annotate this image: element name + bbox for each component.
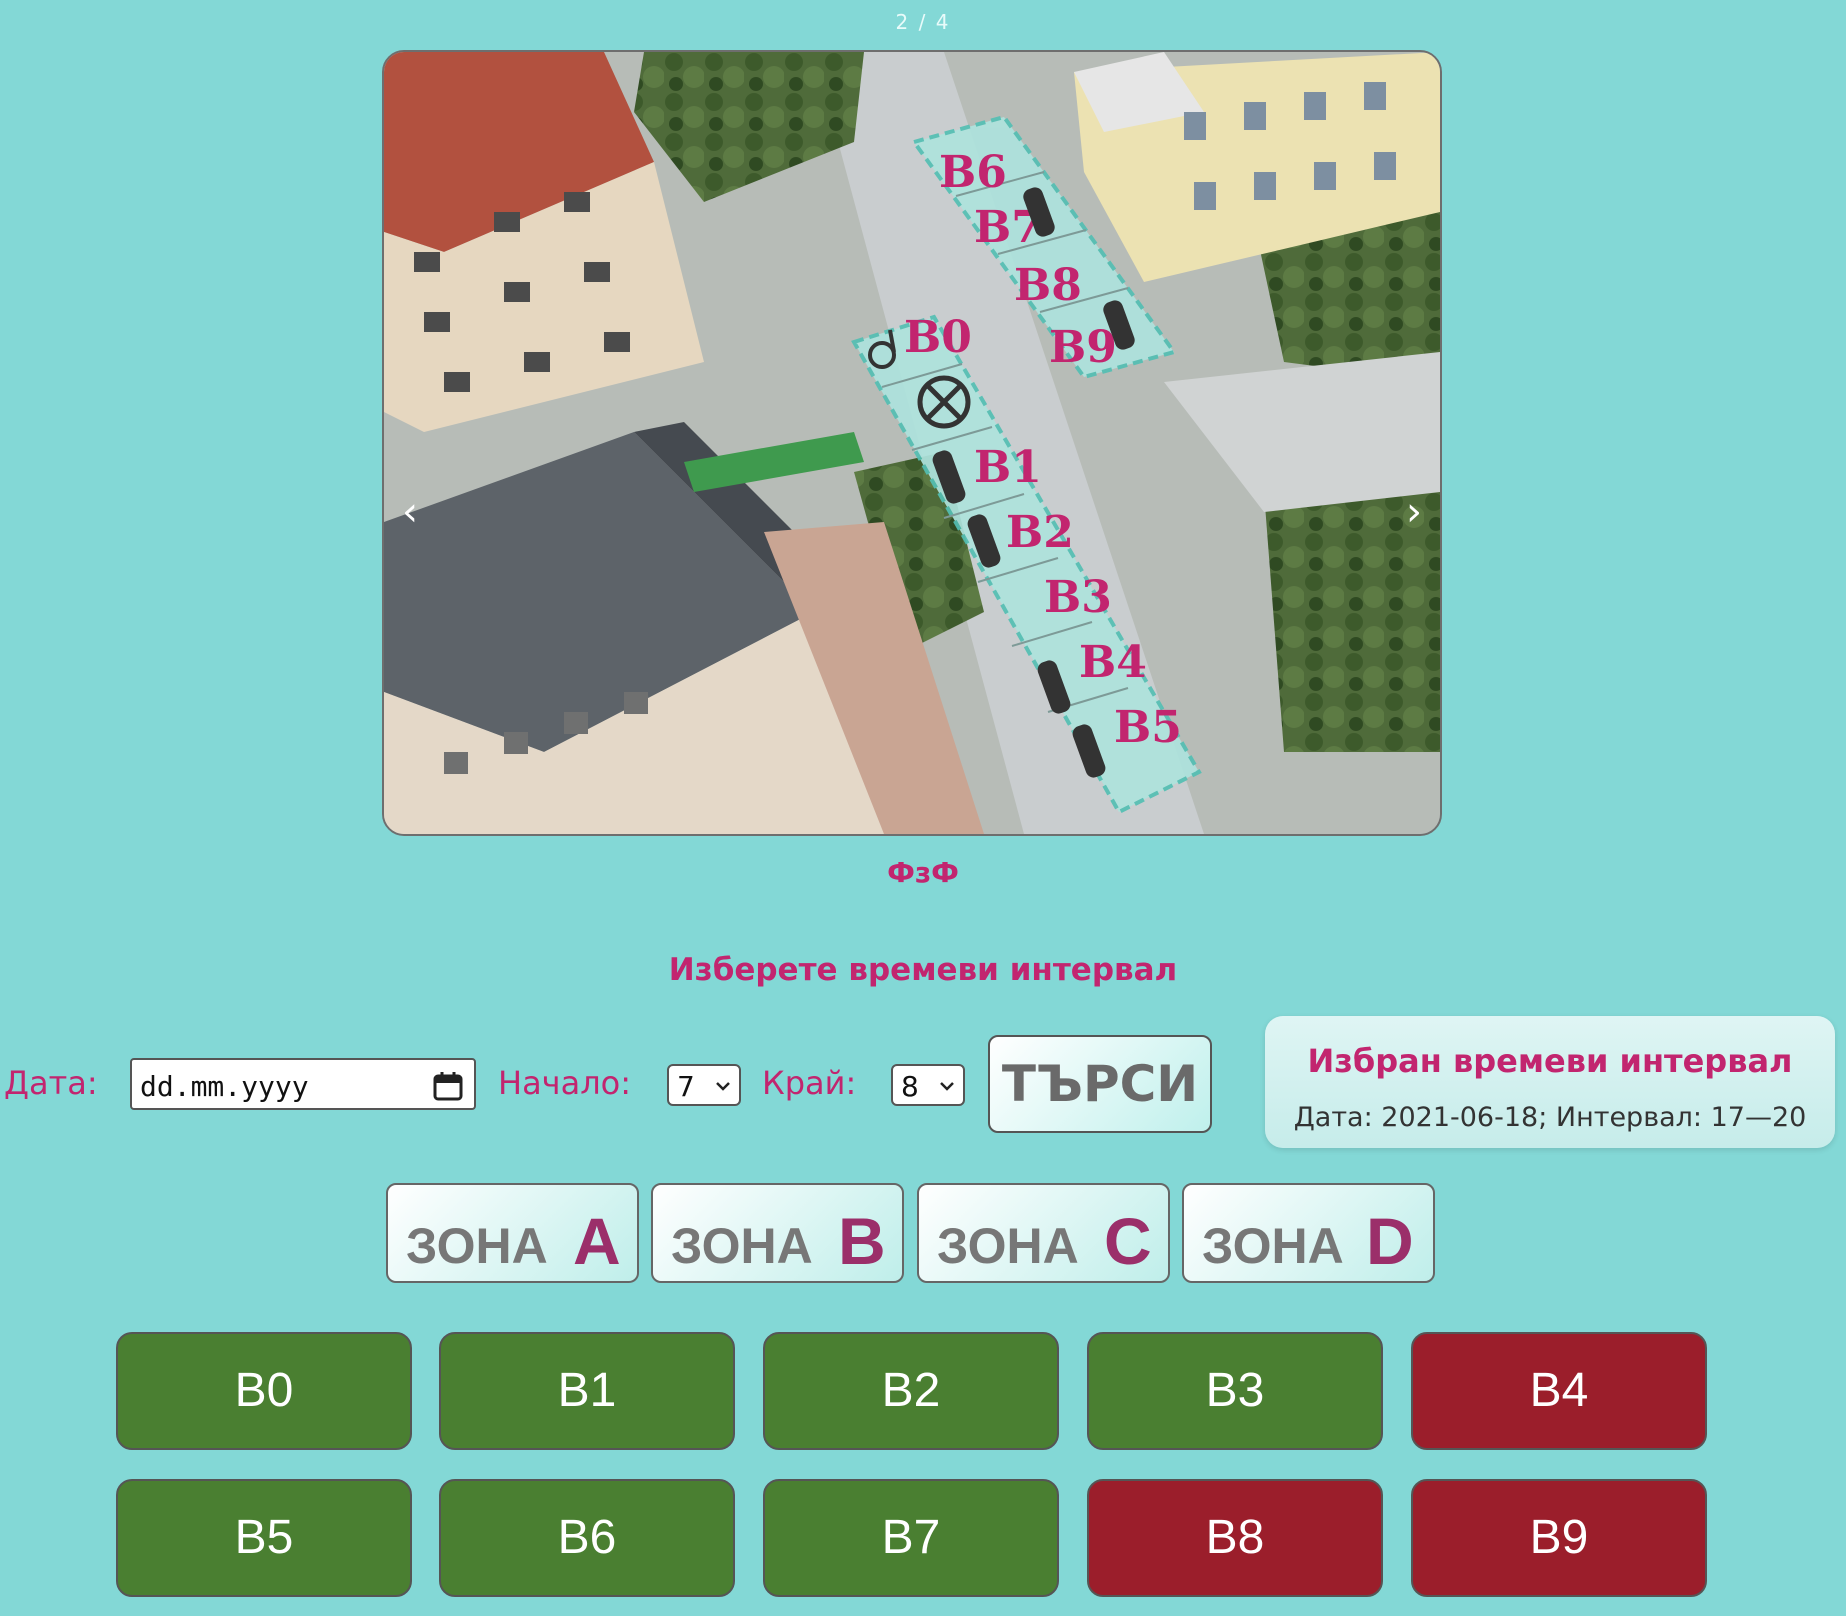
spot-b3-button[interactable]: B3 [1087,1332,1383,1450]
map-label-b4: B4 [1079,637,1147,688]
zone-c-button[interactable]: ЗОНА C [917,1183,1170,1283]
zone-letter: A [573,1204,621,1278]
spot-b1-button[interactable]: B1 [439,1332,735,1450]
zone-d-button[interactable]: ЗОНА D [1182,1183,1435,1283]
chevron-down-icon [716,1082,730,1091]
slider-prev-button[interactable]: ‹ [390,482,430,542]
end-label: Край: [762,1064,857,1102]
selected-interval-box: Избран времеви интервал Дата: 2021-06-18… [1265,1016,1835,1148]
zone-letter: D [1366,1204,1414,1278]
map-label-b0: B0 [904,312,972,363]
date-label: Дата: [4,1064,98,1102]
map-label-b6: B6 [939,147,1007,198]
search-button[interactable]: ТЪРСИ [988,1035,1212,1133]
zone-word: ЗОНА [1202,1218,1344,1274]
zone-a-button[interactable]: ЗОНА A [386,1183,639,1283]
zone-word: ЗОНА [671,1218,813,1274]
zone-word: ЗОНА [406,1218,548,1274]
zone-letter: C [1104,1204,1152,1278]
slide-counter: 2 / 4 [895,10,951,34]
spot-b2-button[interactable]: B2 [763,1332,1059,1450]
end-value: 8 [901,1070,919,1103]
start-select[interactable]: 7 [667,1064,741,1106]
map-label-b1: B1 [974,442,1042,493]
spot-b0-button[interactable]: B0 [116,1332,412,1450]
selected-interval-title: Избран времеви интервал [1307,1042,1793,1080]
zone-letter: B [838,1204,886,1278]
interval-heading: Изберете времеви интервал [668,952,1178,988]
spot-b9-button[interactable]: B9 [1411,1479,1707,1597]
zone-word: ЗОНА [937,1218,1079,1274]
zone-b-button[interactable]: ЗОНА B [651,1183,904,1283]
calendar-icon[interactable] [432,1070,464,1102]
map-label-b5: B5 [1114,702,1182,753]
slider-next-button[interactable]: › [1394,482,1434,542]
selected-interval-details: Дата: 2021-06-18; Интервал: 17—20 [1293,1102,1807,1133]
spot-b8-button[interactable]: B8 [1087,1479,1383,1597]
date-input[interactable]: dd.mm.yyyy [130,1058,476,1110]
aerial-map-image: B6 B7 B8 B9 B0 B1 B2 B3 B4 B5 [384,52,1440,834]
slide-caption: ФзФ [887,856,959,889]
parking-map-slider: B6 B7 B8 B9 B0 B1 B2 B3 B4 B5 ‹ › [382,50,1442,836]
spot-b7-button[interactable]: B7 [763,1479,1059,1597]
spot-b5-button[interactable]: B5 [116,1479,412,1597]
map-label-b8: B8 [1014,260,1082,311]
spot-b6-button[interactable]: B6 [439,1479,735,1597]
spot-b4-button[interactable]: B4 [1411,1332,1707,1450]
map-label-b3: B3 [1044,572,1112,623]
map-label-b9: B9 [1049,322,1117,373]
start-label: Начало: [498,1064,631,1102]
end-select[interactable]: 8 [891,1064,965,1106]
start-value: 7 [677,1070,695,1103]
chevron-down-icon [940,1082,954,1091]
map-label-b2: B2 [1006,507,1074,558]
date-placeholder: dd.mm.yyyy [140,1070,309,1103]
